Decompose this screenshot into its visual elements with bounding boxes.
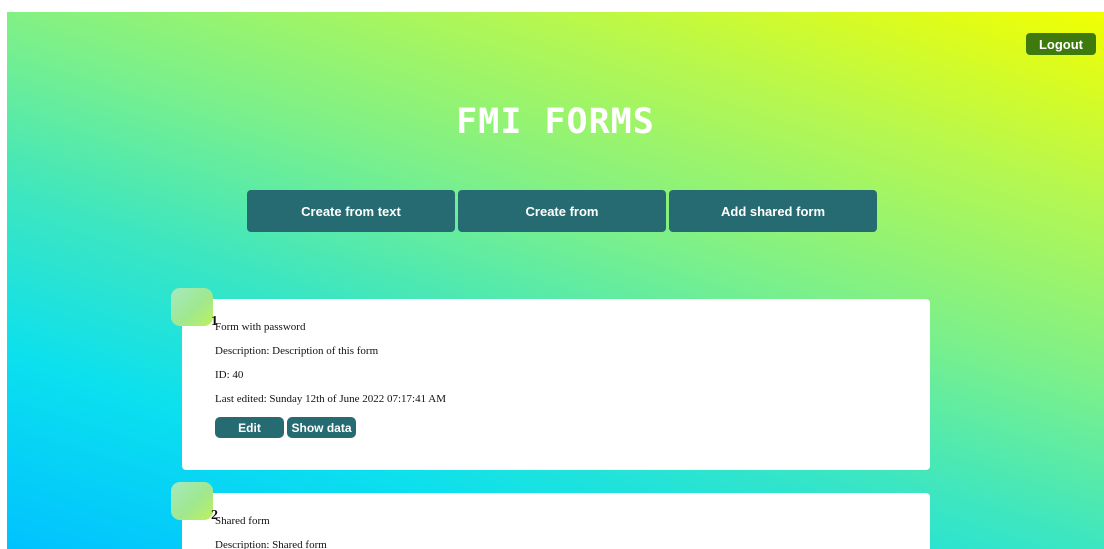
form-number-badge [171,482,213,520]
form-number-badge [171,288,213,326]
form-description: Description: Shared form [215,539,327,549]
form-card: 1 Form with password Description: Descri… [171,288,930,470]
action-bar: Create from text Create from Add shared … [247,190,877,232]
form-card: 2 Shared form Description: Shared form [171,482,930,549]
page-title: FMI FORMS [456,102,655,142]
form-details: Form with password Description: Descript… [215,321,446,438]
show-data-button[interactable]: Show data [287,417,356,438]
page-background: Logout FMI FORMS Create from text Create… [7,12,1104,549]
create-from-button[interactable]: Create from [458,190,666,232]
add-shared-form-button[interactable]: Add shared form [669,190,877,232]
form-name: Shared form [215,515,270,527]
form-id: ID: 40 [215,369,244,381]
form-actions: Edit Show data [215,417,446,438]
form-description: Description: Description of this form [215,345,379,357]
form-name: Form with password [215,321,306,333]
create-from-text-button[interactable]: Create from text [247,190,455,232]
form-details: Shared form Description: Shared form [215,515,327,549]
edit-button[interactable]: Edit [215,417,284,438]
form-last-edited: Last edited: Sunday 12th of June 2022 07… [215,393,446,405]
logout-button[interactable]: Logout [1026,33,1096,55]
